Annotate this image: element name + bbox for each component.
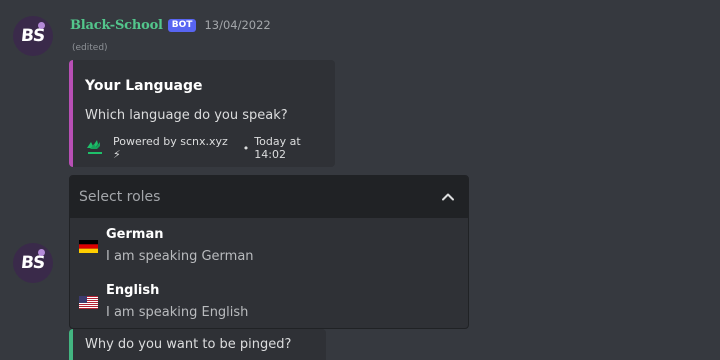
- roles-select-menu[interactable]: Select roles German I am speaking German: [69, 175, 469, 329]
- embed-description: Which language do you speak?: [85, 108, 288, 123]
- option-label: German: [106, 227, 164, 242]
- german-flag-icon: [79, 238, 98, 253]
- select-placeholder: Select roles: [79, 189, 161, 205]
- footer-time: Today at 14:02: [254, 135, 301, 161]
- ping-embed: Why do you want to be pinged?: [69, 329, 326, 360]
- select-option-english[interactable]: English I am speaking English: [70, 278, 468, 328]
- bot-badge: BOT: [167, 18, 197, 32]
- embed-title: Your Language: [85, 78, 203, 94]
- edited-marker: (edited): [72, 43, 108, 53]
- avatar-text: BS: [20, 253, 46, 273]
- select-header[interactable]: Select roles: [70, 176, 468, 218]
- author-name[interactable]: Black-School: [70, 18, 163, 33]
- option-description: I am speaking German: [106, 249, 254, 264]
- footer-text: Powered by scnx.xyz ⚡: [113, 135, 228, 161]
- footer-separator: •: [242, 141, 250, 155]
- option-label: English: [106, 283, 160, 298]
- scnx-logo-icon: [85, 138, 105, 158]
- bot-avatar[interactable]: BS: [13, 243, 53, 283]
- bot-avatar[interactable]: BS: [13, 16, 53, 56]
- us-flag-icon: [79, 294, 98, 309]
- select-option-german[interactable]: German I am speaking German: [70, 222, 468, 278]
- embed-footer: Powered by scnx.xyz ⚡ • Today at 14:02: [85, 135, 335, 161]
- message-header: Black-School BOT 13/04/2022: [70, 16, 271, 34]
- chevron-up-icon[interactable]: [440, 189, 456, 205]
- message-timestamp: 13/04/2022: [204, 18, 271, 32]
- avatar-dot: [38, 249, 45, 256]
- avatar-text: BS: [20, 26, 46, 46]
- language-embed: Your Language Which language do you spea…: [69, 60, 335, 167]
- embed-description: Why do you want to be pinged?: [85, 337, 292, 352]
- option-description: I am speaking English: [106, 305, 249, 320]
- avatar-dot: [38, 22, 45, 29]
